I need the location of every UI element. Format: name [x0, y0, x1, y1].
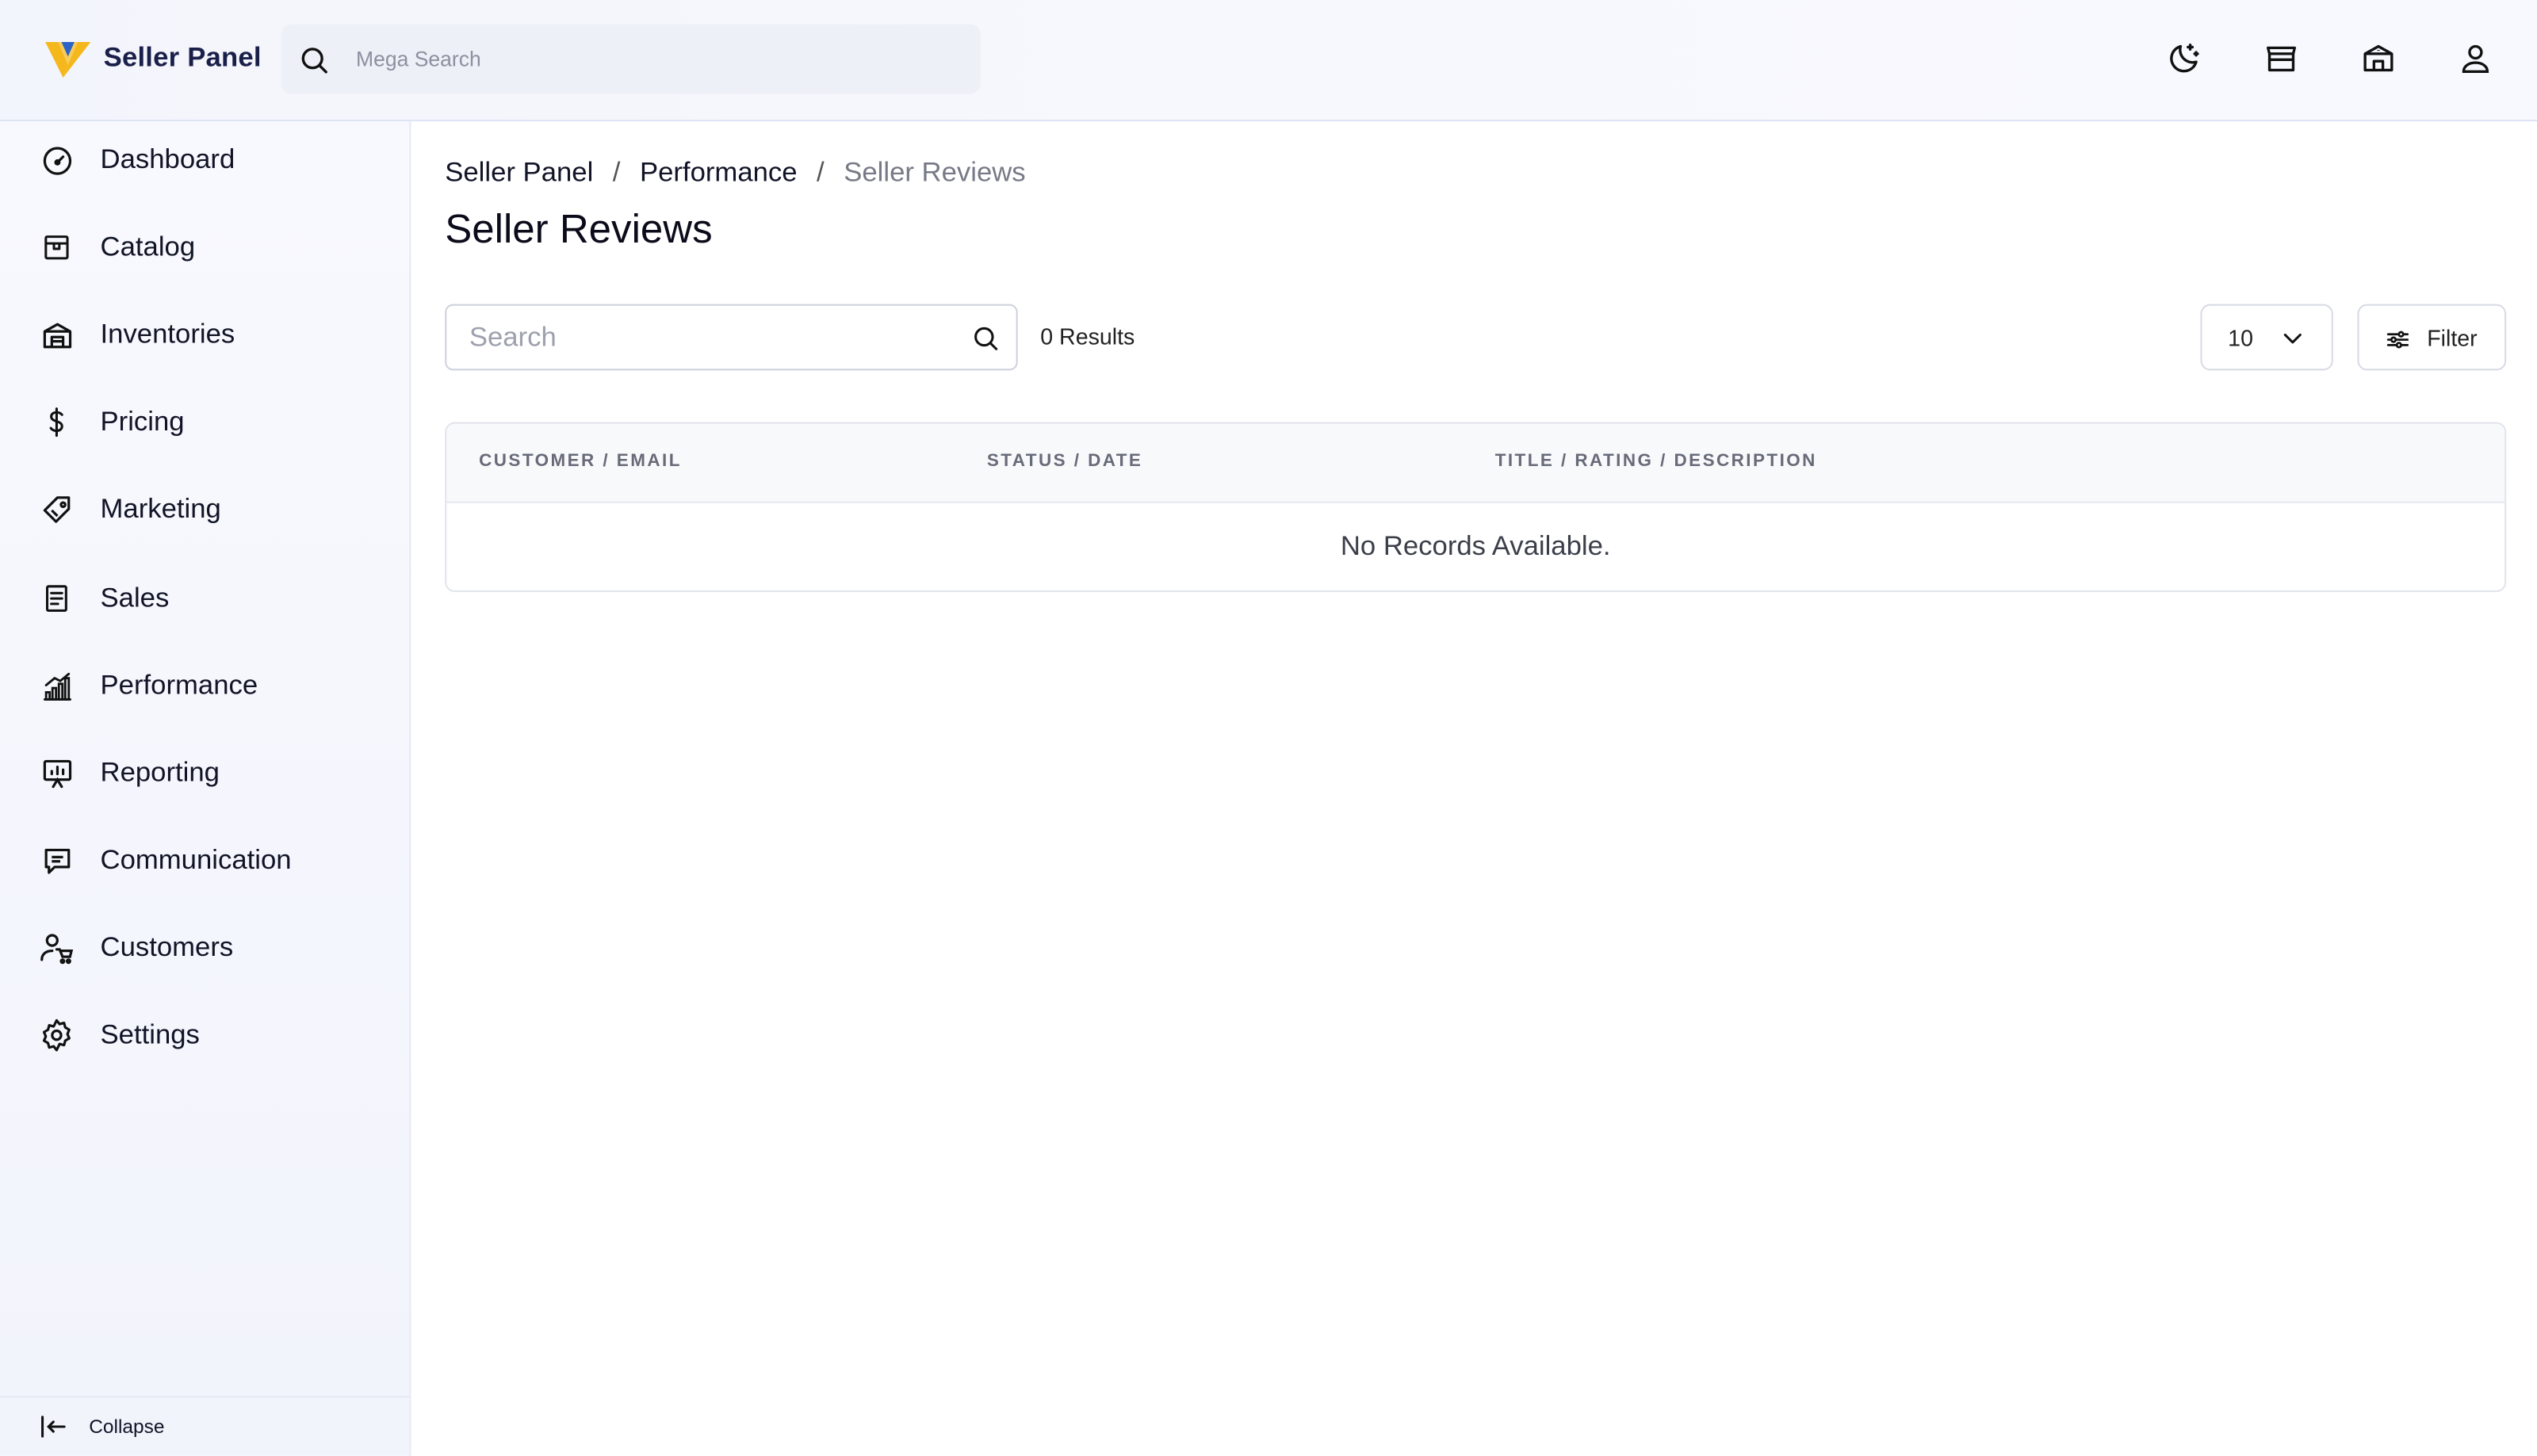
bar-chart-icon — [39, 668, 75, 704]
sidebar-item-pricing[interactable]: Pricing — [0, 387, 411, 458]
sidebar-item-label: Catalog — [100, 231, 196, 262]
page-title: Seller Reviews — [445, 207, 713, 253]
sidebar-item-label: Dashboard — [100, 143, 235, 175]
gauge-icon — [39, 143, 75, 178]
sidebar-item-marketing[interactable]: Marketing — [0, 474, 411, 545]
warehouse-icon — [2363, 44, 2394, 72]
filter-label: Filter — [2427, 325, 2478, 351]
receipt-icon — [39, 581, 75, 617]
sidebar-item-label: Settings — [100, 1018, 200, 1050]
breadcrumb-current: Seller Reviews — [844, 156, 1026, 188]
sidebar-item-communication[interactable]: Communication — [0, 825, 411, 896]
sidebar-item-label: Sales — [100, 582, 170, 613]
sidebar-item-settings[interactable]: Settings — [0, 999, 411, 1071]
sidebar-item-inventories[interactable]: Inventories — [0, 300, 411, 371]
gear-icon — [39, 1018, 75, 1053]
sidebar: Dashboard Catalog Inventories Pricing Ma… — [0, 121, 411, 1456]
breadcrumb-separator: / — [817, 156, 825, 188]
sidebar-item-reporting[interactable]: Reporting — [0, 738, 411, 809]
warehouse-button[interactable] — [2359, 39, 2397, 78]
sidebar-item-dashboard[interactable]: Dashboard — [0, 124, 411, 196]
app-root: Seller Panel Mega Search Dashboard Catal… — [0, 0, 2537, 1456]
user-icon — [2462, 44, 2489, 73]
moon-icon — [2170, 43, 2199, 73]
message-icon — [39, 843, 75, 878]
sidebar-item-label: Marketing — [100, 493, 221, 525]
column-header-customer[interactable]: CUSTOMER / EMAIL — [479, 451, 682, 470]
sidebar-item-customers[interactable]: Customers — [0, 912, 411, 984]
presentation-icon — [39, 755, 75, 791]
sidebar-item-label: Pricing — [100, 406, 185, 438]
top-bar: Seller Panel — [0, 0, 2537, 122]
chevron-down-icon — [2283, 333, 2302, 344]
page-size-select[interactable]: 10 — [2200, 304, 2333, 371]
sidebar-item-performance[interactable]: Performance — [0, 650, 411, 721]
dollar-icon — [39, 404, 75, 440]
warehouse-icon — [39, 317, 75, 353]
reviews-table: CUSTOMER / EMAIL STATUS / DATE TITLE / R… — [445, 422, 2507, 592]
box-icon — [39, 230, 75, 266]
sidebar-item-label: Performance — [100, 669, 258, 701]
theme-toggle-button[interactable] — [2165, 39, 2204, 78]
page-size-value: 10 — [2228, 325, 2253, 351]
mega-search-input[interactable] — [352, 45, 942, 73]
breadcrumb-separator: / — [612, 156, 621, 188]
sidebar-item-label: Customers — [100, 931, 234, 963]
tag-icon — [39, 491, 75, 527]
table-search[interactable] — [445, 304, 1018, 371]
mega-search[interactable] — [281, 24, 981, 94]
empty-state-message: No Records Available. — [1340, 530, 1611, 562]
main-content: Seller Panel / Performance / Seller Revi… — [412, 123, 2537, 1456]
search-icon — [301, 47, 327, 73]
store-button[interactable] — [2262, 39, 2301, 78]
user-button[interactable] — [2456, 39, 2495, 78]
brand[interactable]: Seller Panel — [42, 32, 262, 84]
sidebar-item-label: Reporting — [100, 757, 220, 788]
brand-logo-icon — [45, 42, 91, 78]
collapse-button[interactable]: Collapse — [0, 1396, 411, 1456]
filter-button[interactable]: Filter — [2357, 304, 2507, 371]
header-actions — [2165, 39, 2495, 78]
column-header-status[interactable]: STATUS / DATE — [987, 451, 1142, 470]
search-icon[interactable] — [970, 323, 1000, 352]
breadcrumb-item[interactable]: Seller Panel — [445, 157, 593, 189]
sliders-icon — [2386, 331, 2409, 349]
table-header: CUSTOMER / EMAIL STATUS / DATE TITLE / R… — [446, 423, 2505, 503]
results-count: 0 Results — [1040, 323, 1135, 350]
sidebar-item-label: Inventories — [100, 319, 235, 350]
store-icon — [2267, 46, 2297, 72]
sidebar-item-sales[interactable]: Sales — [0, 563, 411, 634]
sidebar-item-label: Communication — [100, 844, 292, 876]
breadcrumb-item[interactable]: Performance — [640, 157, 798, 189]
brand-name: Seller Panel — [103, 42, 262, 73]
breadcrumb: Seller Panel / Performance / Seller Revi… — [445, 157, 1025, 189]
search-input[interactable] — [465, 319, 959, 355]
customer-cart-icon — [39, 930, 75, 965]
column-header-title[interactable]: TITLE / RATING / DESCRIPTION — [1495, 451, 1817, 470]
sidebar-item-catalog[interactable]: Catalog — [0, 212, 411, 283]
